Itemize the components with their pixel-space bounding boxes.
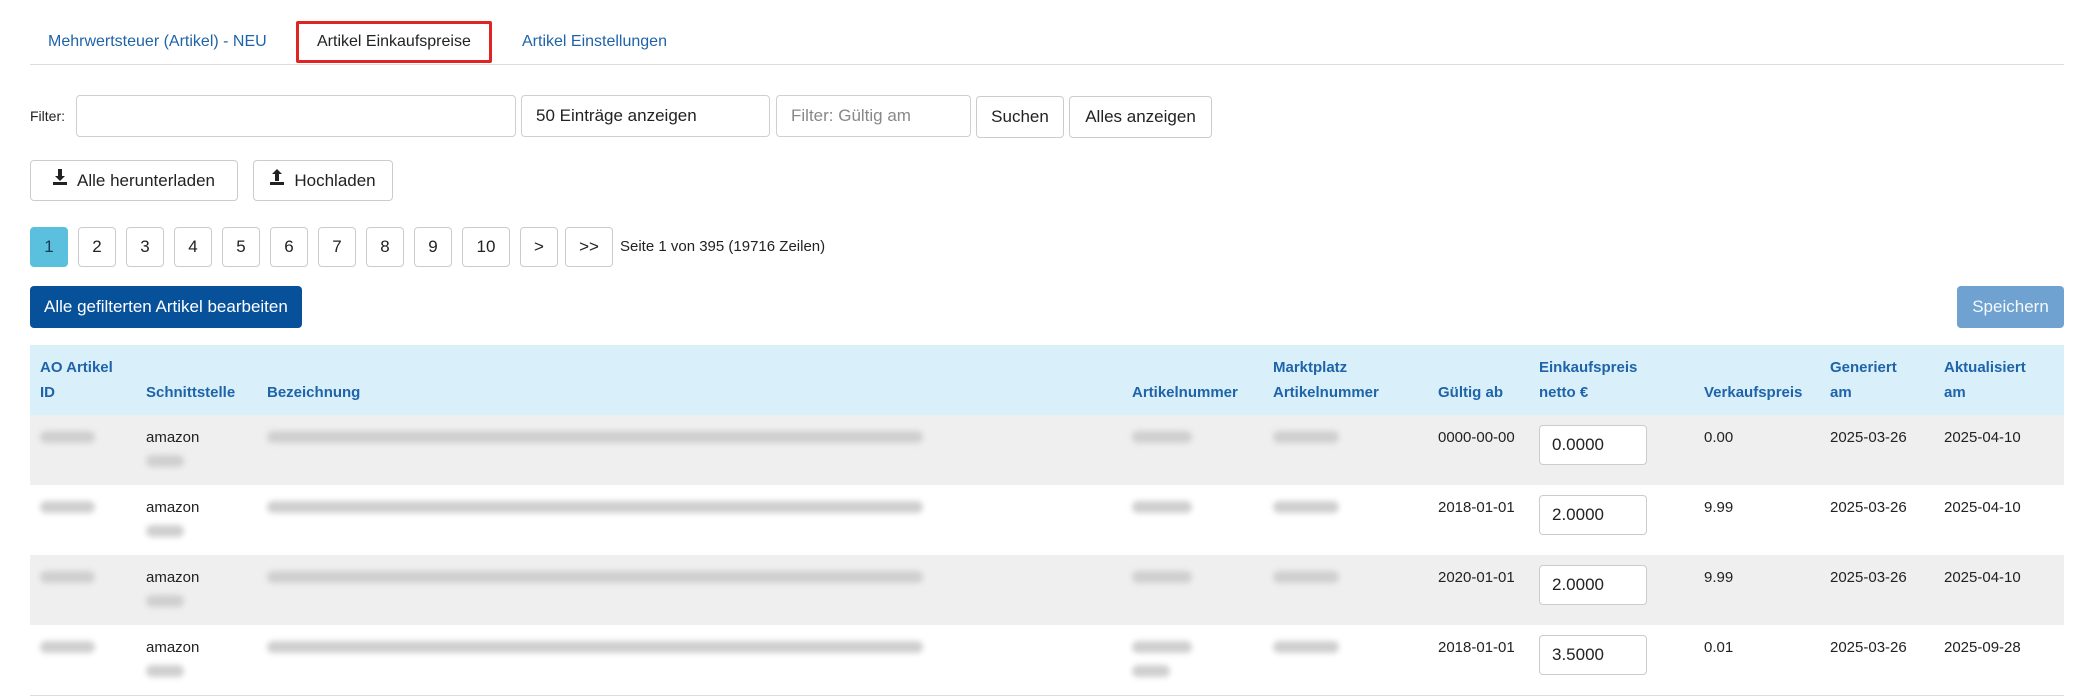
header-marktplatz-artikelnummer[interactable]: Marktplatz Artikelnummer (1273, 355, 1379, 405)
entries-select[interactable]: 50 Einträge anzeigen (521, 95, 770, 137)
redacted-id (40, 501, 95, 513)
download-all-button[interactable]: Alle herunterladen (30, 160, 238, 201)
page-10[interactable]: 10 (462, 227, 510, 267)
header-einkaufspreis[interactable]: Einkaufspreis netto € (1539, 355, 1637, 405)
table-header: AO Artikel ID Schnittstelle Bezeichnung A… (30, 345, 2064, 415)
purchase-price-input[interactable]: 2.0000 (1539, 565, 1647, 605)
cell-generated: 2025-03-26 (1830, 639, 1907, 656)
page-4[interactable]: 4 (174, 227, 212, 267)
redacted-id (40, 571, 95, 583)
tab-mehrwertsteuer[interactable]: Mehrwertsteuer (Artikel) - NEU (30, 23, 285, 61)
page-6[interactable]: 6 (270, 227, 308, 267)
table-row[interactable]: amazon 2018-01-01 3.5000 0.01 2025-03-26… (30, 625, 2064, 696)
page-last[interactable]: >> (565, 227, 613, 267)
table-row[interactable]: amazon 2018-01-01 2.0000 9.99 2025-03-26… (30, 485, 2064, 556)
header-ao-id[interactable]: AO Artikel ID (40, 355, 113, 405)
header-artikelnummer[interactable]: Artikelnummer (1132, 380, 1238, 405)
upload-button[interactable]: Hochladen (253, 160, 393, 201)
cell-valid-from: 2020-01-01 (1438, 569, 1515, 586)
redacted-article-number (1132, 431, 1192, 443)
save-button[interactable]: Speichern (1957, 286, 2064, 328)
redacted-interface-id (146, 525, 184, 537)
page-1[interactable]: 1 (30, 227, 68, 267)
header-generiert[interactable]: Generiert am (1830, 355, 1897, 405)
cell-sale-price: 0.00 (1704, 429, 1734, 446)
cell-valid-from: 2018-01-01 (1438, 499, 1515, 516)
tab-artikel-einstellungen[interactable]: Artikel Einstellungen (504, 23, 685, 61)
purchase-price-input[interactable]: 3.5000 (1539, 635, 1647, 675)
cell-sale-price: 9.99 (1704, 569, 1734, 586)
cell-updated: 2025-04-10 (1944, 569, 2021, 586)
valid-date-filter[interactable] (776, 95, 971, 137)
redacted-name (267, 641, 923, 653)
cell-sale-price: 0.01 (1704, 639, 1734, 656)
redacted-name (267, 501, 923, 513)
download-all-label: Alle herunterladen (77, 171, 215, 190)
cell-interface: amazon (146, 499, 200, 516)
redacted-id (40, 641, 95, 653)
cell-valid-from: 2018-01-01 (1438, 639, 1515, 656)
cell-generated: 2025-03-26 (1830, 499, 1907, 516)
edit-filtered-button[interactable]: Alle gefilterten Artikel bearbeiten (30, 286, 302, 328)
cell-sale-price: 9.99 (1704, 499, 1734, 516)
cell-generated: 2025-03-26 (1830, 569, 1907, 586)
table-row[interactable]: amazon 2020-01-01 2.0000 9.99 2025-03-26… (30, 555, 2064, 626)
purchase-price-input[interactable]: 2.0000 (1539, 495, 1647, 535)
page-8[interactable]: 8 (366, 227, 404, 267)
redacted-article-number (1132, 571, 1192, 583)
redacted-marketplace-number (1273, 431, 1339, 443)
redacted-article-number-2 (1132, 665, 1170, 677)
tab-bar: Mehrwertsteuer (Artikel) - NEU Artikel E… (30, 19, 2064, 65)
filter-label: Filter: (30, 108, 65, 124)
page-5[interactable]: 5 (222, 227, 260, 267)
header-verkaufspreis[interactable]: Verkaufspreis (1704, 380, 1802, 405)
redacted-marketplace-number (1273, 501, 1339, 513)
header-gueltig-ab[interactable]: Gültig ab (1438, 380, 1503, 405)
page-9[interactable]: 9 (414, 227, 452, 267)
upload-icon (270, 160, 285, 199)
purchase-price-input[interactable]: 0.0000 (1539, 425, 1647, 465)
page-2[interactable]: 2 (78, 227, 116, 267)
cell-generated: 2025-03-26 (1830, 429, 1907, 446)
redacted-name (267, 431, 923, 443)
redacted-interface-id (146, 595, 184, 607)
cell-updated: 2025-04-10 (1944, 429, 2021, 446)
cell-valid-from: 0000-00-00 (1438, 429, 1515, 446)
search-button[interactable]: Suchen (976, 96, 1064, 138)
redacted-name (267, 571, 923, 583)
redacted-article-number (1132, 501, 1192, 513)
cell-interface: amazon (146, 429, 200, 446)
redacted-marketplace-number (1273, 571, 1339, 583)
redacted-marketplace-number (1273, 641, 1339, 653)
redacted-id (40, 431, 95, 443)
redacted-article-number (1132, 641, 1192, 653)
header-schnittstelle[interactable]: Schnittstelle (146, 380, 235, 405)
tab-artikel-einkaufspreise[interactable]: Artikel Einkaufspreise (296, 21, 492, 63)
header-bezeichnung[interactable]: Bezeichnung (267, 380, 360, 405)
cell-interface: amazon (146, 639, 200, 656)
page-info: Seite 1 von 395 (19716 Zeilen) (620, 238, 826, 255)
cell-updated: 2025-04-10 (1944, 499, 2021, 516)
table-row[interactable]: amazon 0000-00-00 0.0000 0.00 2025-03-26… (30, 415, 2064, 486)
cell-interface: amazon (146, 569, 200, 586)
page-3[interactable]: 3 (126, 227, 164, 267)
filter-input[interactable] (76, 95, 516, 137)
upload-label: Hochladen (294, 171, 376, 190)
redacted-interface-id (146, 665, 184, 677)
show-all-button[interactable]: Alles anzeigen (1069, 96, 1212, 138)
page-next[interactable]: > (520, 227, 558, 267)
redacted-interface-id (146, 455, 184, 467)
download-icon (53, 160, 67, 199)
cell-updated: 2025-09-28 (1944, 639, 2021, 656)
page-7[interactable]: 7 (318, 227, 356, 267)
header-aktualisiert[interactable]: Aktualisiert am (1944, 355, 2026, 405)
